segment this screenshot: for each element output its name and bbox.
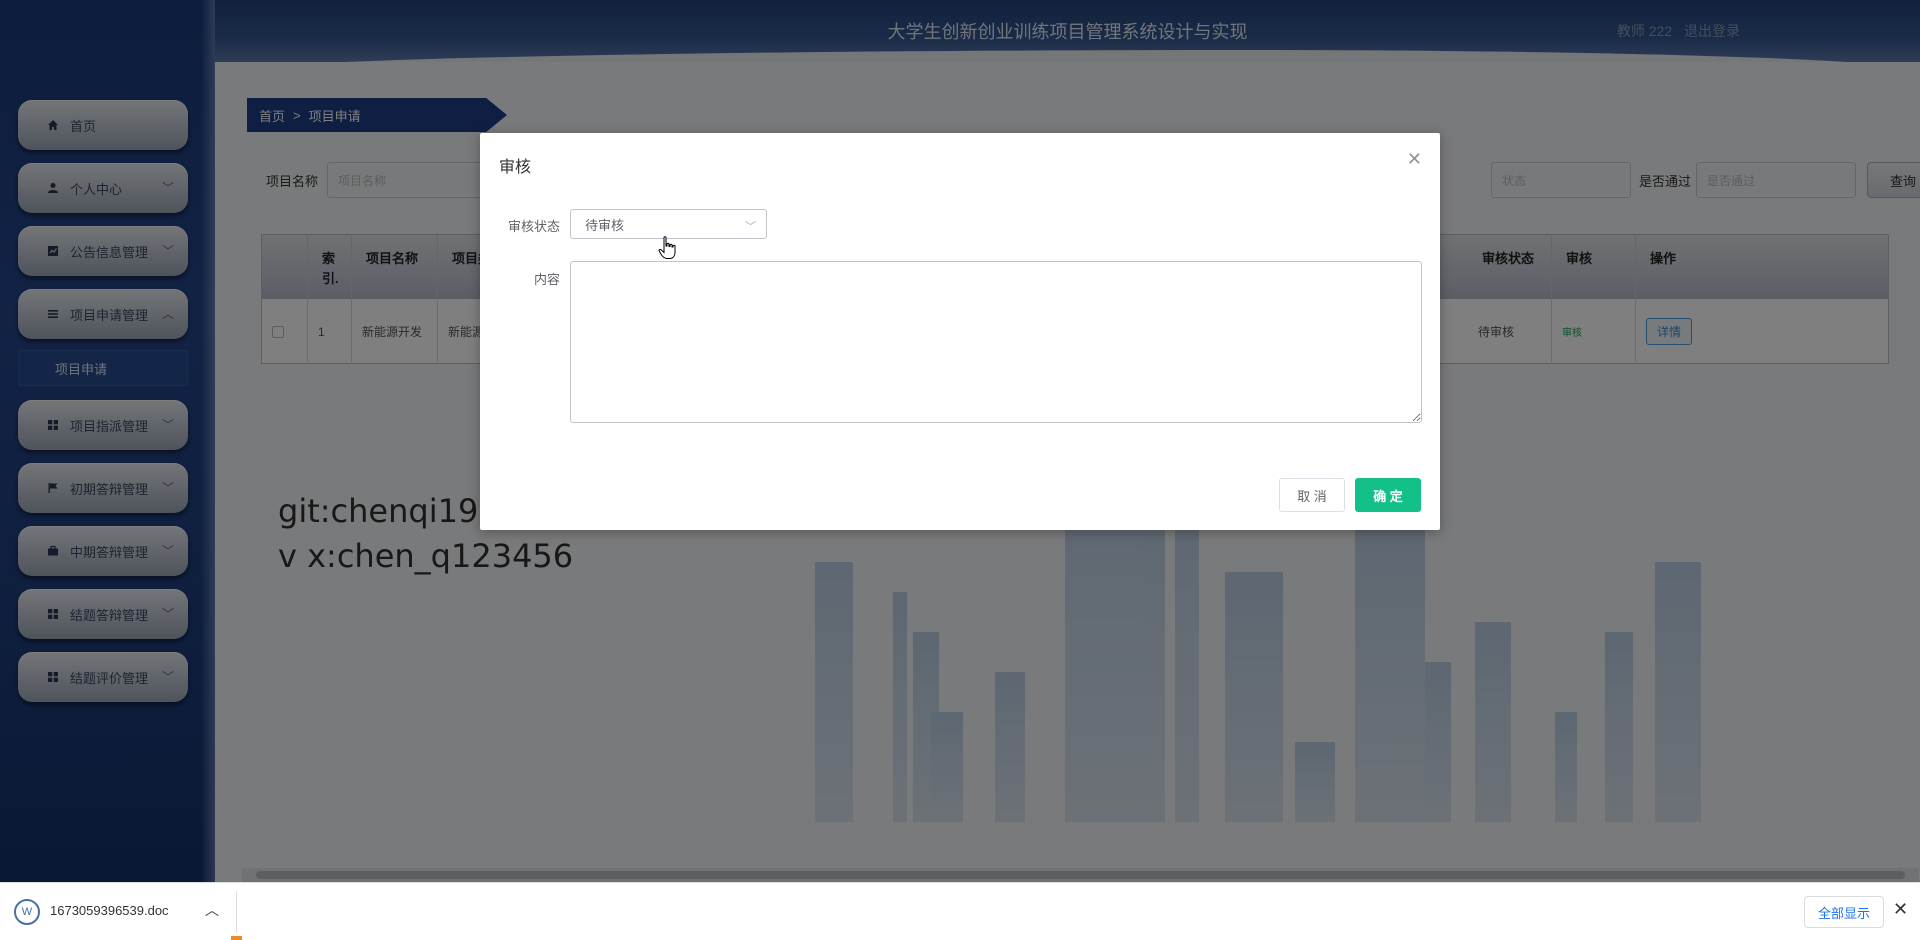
chevron-up-icon[interactable]: ︿: [205, 900, 219, 920]
audit-status-select[interactable]: 待审核 ﹀: [570, 209, 767, 239]
dialog-title: 审核: [499, 159, 532, 176]
close-icon[interactable]: ✕: [1407, 149, 1422, 170]
download-bar: W 1673059396539.doc ︿ 全部显示 ✕: [0, 882, 1920, 940]
audit-status-label: 审核状态: [507, 219, 560, 234]
close-icon[interactable]: ✕: [1893, 899, 1908, 920]
content-textarea[interactable]: [570, 261, 1422, 423]
confirm-button[interactable]: 确 定: [1355, 478, 1421, 512]
content-label: 内容: [533, 272, 560, 287]
download-file-name[interactable]: 1673059396539.doc: [50, 903, 169, 918]
document-icon: W: [14, 899, 40, 925]
audit-status-value: 待审核: [585, 217, 625, 233]
show-all-button[interactable]: 全部显示: [1804, 896, 1884, 928]
hand-cursor-icon: [658, 236, 676, 259]
divider: [236, 891, 237, 933]
cancel-button[interactable]: 取 消: [1279, 478, 1345, 512]
audit-dialog: 审核 ✕ 审核状态 待审核 ﹀ 内容 取 消 确 定: [480, 133, 1440, 530]
taskbar-indicator: [231, 936, 242, 940]
chevron-down-icon: ﹀: [745, 221, 756, 233]
